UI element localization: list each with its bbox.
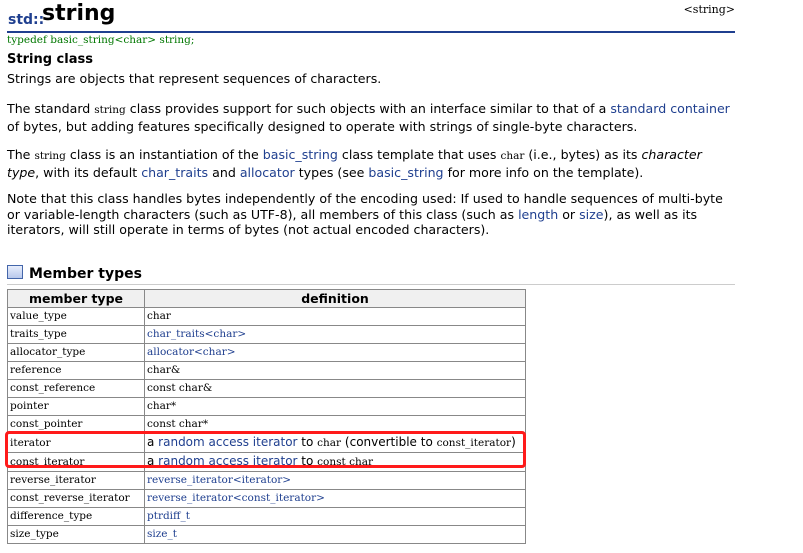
table-header-row: member type definition: [7, 289, 526, 308]
basic-string-link[interactable]: basic_string: [368, 165, 443, 180]
table-row: pointer char*: [7, 397, 526, 416]
description-paragraph-3: Note that this class handles bytes indep…: [7, 191, 723, 237]
typedef-declaration: typedef basic_string<char> string;: [7, 34, 195, 46]
section-toggle-icon[interactable]: [7, 265, 23, 279]
allocator-link[interactable]: allocator<char>: [147, 346, 236, 358]
page-header: std:: string <string>: [7, 1, 735, 30]
member-type-name: const_reverse_iterator: [7, 489, 145, 508]
member-type-name: reverse_iterator: [7, 471, 145, 490]
table-row: const_reverse_iterator reverse_iterator<c…: [7, 489, 526, 508]
member-type-definition: char: [144, 307, 526, 326]
table-row: value_type char: [7, 307, 526, 326]
member-type-name: reference: [7, 361, 145, 380]
namespace-label: std::: [8, 12, 45, 28]
table-row: size_type size_t: [7, 525, 526, 544]
member-type-definition: const char&: [144, 379, 526, 398]
inline-code: char: [500, 150, 525, 162]
class-heading: String class: [7, 52, 93, 67]
char-traits-link[interactable]: char_traits: [141, 165, 208, 180]
table-row: difference_type ptrdiff_t: [7, 507, 526, 526]
reverse-iterator-link[interactable]: reverse_iterator<const_iterator>: [147, 492, 325, 504]
member-type-name: value_type: [7, 307, 145, 326]
standard-container-link[interactable]: standard container: [610, 101, 730, 116]
member-type-definition: char*: [144, 397, 526, 416]
allocator-link[interactable]: allocator: [240, 165, 295, 180]
member-types-table: member type definition value_type char tr…: [7, 289, 526, 544]
table-row: traits_type char_traits<char>: [7, 325, 526, 344]
iterator-rows-highlight: [5, 431, 526, 468]
inline-code: string: [34, 150, 66, 162]
page-title: string: [42, 1, 116, 26]
size-link[interactable]: size: [579, 207, 603, 222]
table-row: allocator_type allocator<char>: [7, 343, 526, 362]
member-type-name: difference_type: [7, 507, 145, 526]
description-paragraph-2: The string class is an instantiation of …: [7, 147, 702, 180]
basic-string-link[interactable]: basic_string: [263, 147, 338, 162]
length-link[interactable]: length: [518, 207, 558, 222]
inline-code: string: [94, 104, 126, 116]
intro-paragraph: Strings are objects that represent seque…: [7, 71, 382, 86]
table-row: reverse_iterator reverse_iterator<iterato…: [7, 471, 526, 490]
header-file-link[interactable]: <string>: [684, 3, 735, 16]
char-traits-link[interactable]: char_traits<char>: [147, 328, 246, 340]
table-row: reference char&: [7, 361, 526, 380]
column-header-definition: definition: [144, 289, 526, 308]
member-type-name: traits_type: [7, 325, 145, 344]
size-t-link[interactable]: size_t: [147, 528, 177, 540]
member-type-name: pointer: [7, 397, 145, 416]
member-type-name: size_type: [7, 525, 145, 544]
reverse-iterator-link[interactable]: reverse_iterator<iterator>: [147, 474, 291, 486]
member-type-name: const_reference: [7, 379, 145, 398]
ptrdiff-t-link[interactable]: ptrdiff_t: [147, 510, 190, 522]
title-divider: [7, 31, 735, 33]
description-paragraph-1: The standard string class provides suppo…: [7, 101, 730, 134]
member-types-heading: Member types: [7, 265, 142, 282]
member-type-name: allocator_type: [7, 343, 145, 362]
member-type-definition: char&: [144, 361, 526, 380]
column-header-member-type: member type: [7, 289, 145, 308]
section-divider: [7, 284, 735, 285]
table-row: const_reference const char&: [7, 379, 526, 398]
